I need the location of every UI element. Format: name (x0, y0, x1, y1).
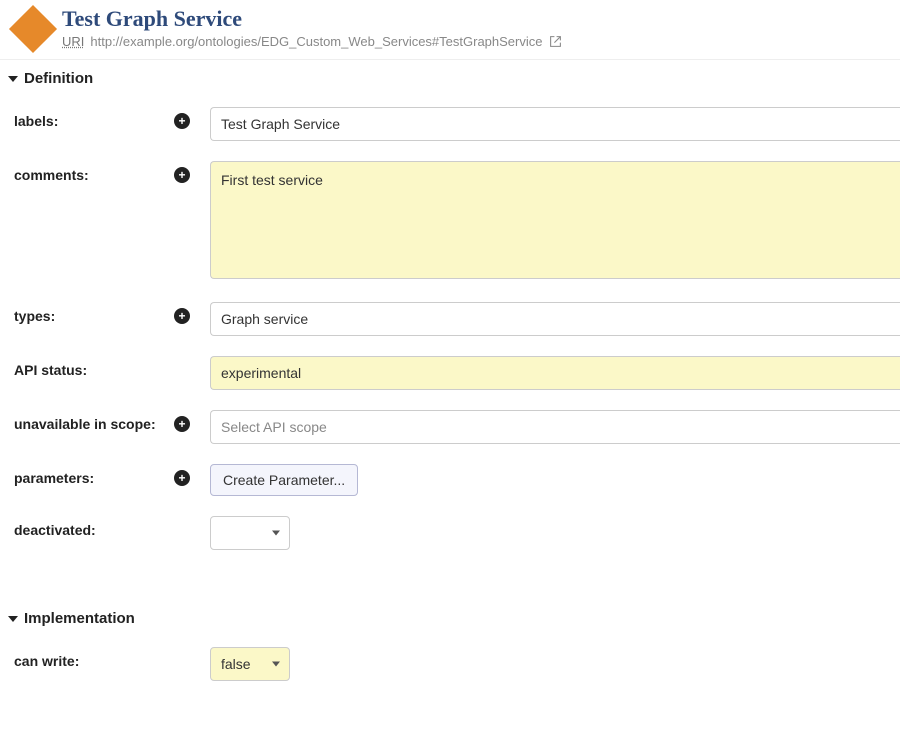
add-types-button[interactable]: + (174, 308, 190, 324)
label-unavailable-in-scope: unavailable in scope: (14, 410, 174, 432)
create-parameter-button[interactable]: Create Parameter... (210, 464, 358, 496)
uri-row: URI http://example.org/ontologies/EDG_Cu… (62, 34, 562, 49)
row-comments: comments: + First test service (0, 151, 900, 292)
label-types: types: (14, 302, 174, 324)
label-api-status: API status: (14, 356, 174, 378)
caret-down-icon (8, 76, 18, 82)
uri-label: URI (62, 34, 84, 49)
can-write-select[interactable]: false (210, 647, 290, 681)
add-labels-button[interactable]: + (174, 113, 190, 129)
label-deactivated: deactivated: (14, 516, 174, 538)
add-scope-button[interactable]: + (174, 416, 190, 432)
row-labels: labels: + (0, 97, 900, 151)
labels-input[interactable] (210, 107, 900, 141)
comments-textarea[interactable]: First test service (210, 161, 900, 279)
label-comments: comments: (14, 161, 174, 183)
row-api-status: API status: (0, 346, 900, 400)
page-title: Test Graph Service (62, 6, 562, 32)
service-icon (9, 5, 57, 53)
header-text: Test Graph Service URI http://example.or… (62, 6, 562, 49)
add-comments-button[interactable]: + (174, 167, 190, 183)
api-status-input[interactable] (210, 356, 900, 390)
section-title: Definition (24, 70, 93, 87)
uri-value: http://example.org/ontologies/EDG_Custom… (90, 34, 542, 49)
section-implementation: Implementation can write: false (0, 600, 900, 691)
section-header-definition[interactable]: Definition (0, 66, 900, 97)
unavailable-in-scope-select[interactable]: Select API scope (210, 410, 900, 444)
deactivated-select[interactable] (210, 516, 290, 550)
row-unavailable-in-scope: unavailable in scope: + Select API scope (0, 400, 900, 454)
page-header: Test Graph Service URI http://example.or… (0, 0, 900, 59)
types-input[interactable] (210, 302, 900, 336)
row-can-write: can write: false (0, 637, 900, 691)
caret-down-icon (8, 616, 18, 622)
label-labels: labels: (14, 107, 174, 129)
section-definition: Definition labels: + comments: + First t… (0, 59, 900, 560)
add-parameters-button[interactable]: + (174, 470, 190, 486)
label-parameters: parameters: (14, 464, 174, 486)
scope-placeholder: Select API scope (221, 419, 327, 435)
row-deactivated: deactivated: (0, 506, 900, 560)
row-parameters: parameters: + Create Parameter... (0, 454, 900, 506)
external-link-icon[interactable] (548, 35, 562, 49)
label-can-write: can write: (14, 647, 174, 669)
section-header-implementation[interactable]: Implementation (0, 606, 900, 637)
row-types: types: + (0, 292, 900, 346)
section-title: Implementation (24, 610, 135, 627)
